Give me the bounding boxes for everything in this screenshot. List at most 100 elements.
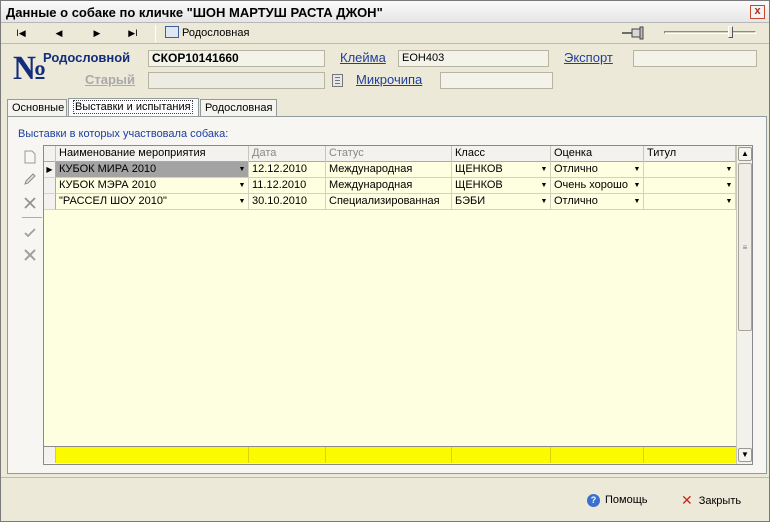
microchip-link[interactable]: Микрочипа — [356, 72, 422, 87]
summary-cell — [452, 447, 551, 463]
opacity-slider-track[interactable] — [664, 31, 756, 34]
summary-cell — [249, 447, 326, 463]
export-link[interactable]: Экспорт — [564, 50, 613, 65]
dropdown-arrow-icon[interactable]: ▼ — [539, 196, 549, 207]
scroll-up-icon[interactable]: ▲ — [738, 147, 752, 161]
summary-indicator — [44, 447, 56, 463]
confirm-icon[interactable] — [20, 223, 40, 243]
help-button-label: Помощь — [605, 494, 648, 506]
cell-status[interactable]: Международная — [326, 162, 452, 178]
close-icon[interactable]: x — [750, 5, 765, 19]
help-icon: ? — [587, 494, 600, 507]
cell-grade[interactable]: Очень хорошо — [551, 178, 644, 194]
cell-status[interactable]: Международная — [326, 178, 452, 194]
dropdown-arrow-icon[interactable]: ▼ — [632, 196, 642, 207]
cell-grade[interactable]: Отлично — [551, 194, 644, 210]
microchip-field[interactable] — [440, 72, 553, 89]
title-bar: Данные о собаке по кличке "ШОН МАРТУШ РА… — [1, 1, 769, 23]
col-header-title[interactable]: Титул — [644, 146, 736, 162]
col-header-event[interactable]: Наименование мероприятия — [56, 146, 249, 162]
dropdown-arrow-icon[interactable]: ▼ — [724, 180, 734, 191]
close-button-label: Закрыть — [698, 495, 742, 507]
cell-title[interactable] — [644, 194, 736, 210]
old-number-label: Старый — [85, 72, 136, 87]
first-record-icon[interactable]: I◀ — [9, 25, 33, 42]
toolbar-separator — [155, 25, 156, 42]
tab-main[interactable]: Основные — [7, 99, 67, 117]
cell-class[interactable]: ЩЕНКОВ — [452, 178, 551, 194]
cell-class[interactable]: БЭБИ — [452, 194, 551, 210]
cell-title[interactable] — [644, 162, 736, 178]
scroll-thumb[interactable]: ≡ — [738, 163, 752, 331]
table-row[interactable]: ▶ КУБОК МИРА 2010 ▼ 12.12.2010 Междунаро… — [44, 162, 736, 178]
pedigree-number-label: Родословной — [43, 50, 131, 65]
shows-caption: Выставки в которых участвовала собака: — [18, 128, 229, 140]
dropdown-arrow-icon[interactable]: ▼ — [724, 196, 734, 207]
summary-cell — [551, 447, 644, 463]
grid-summary-row — [44, 446, 736, 463]
export-field[interactable] — [633, 50, 757, 67]
opacity-slider-thumb[interactable] — [728, 26, 733, 38]
pedigree-icon — [165, 26, 179, 38]
grid-header: Наименование мероприятия Дата Статус Кла… — [44, 146, 736, 162]
window-title: Данные о собаке по кличке "ШОН МАРТУШ РА… — [6, 5, 383, 20]
next-record-icon[interactable]: ▶ — [85, 25, 109, 42]
col-header-status[interactable]: Статус — [326, 146, 452, 162]
edit-record-icon[interactable] — [20, 169, 40, 189]
tab-pedigree[interactable]: Родословная — [200, 99, 277, 117]
cell-date[interactable]: 30.10.2010 — [249, 194, 326, 210]
tab-pedigree-label: Родословная — [205, 102, 273, 114]
dog-data-window: Данные о собаке по кличке "ШОН МАРТУШ РА… — [0, 0, 770, 522]
dropdown-arrow-icon[interactable]: ▼ — [632, 164, 642, 175]
row-indicator — [44, 194, 56, 210]
dropdown-arrow-icon[interactable]: ▼ — [632, 180, 642, 191]
pedigree-button[interactable]: Родословная — [165, 25, 249, 42]
cell-date[interactable]: 12.12.2010 — [249, 162, 326, 178]
dropdown-arrow-icon[interactable]: ▼ — [237, 164, 247, 175]
shows-tab-page: Выставки в которых участвовала собака: Н… — [7, 116, 767, 474]
col-header-grade[interactable]: Оценка — [551, 146, 644, 162]
tab-shows[interactable]: Выставки и испытания — [68, 98, 199, 117]
brand-field[interactable]: ЕОН403 — [398, 50, 549, 67]
cell-event[interactable]: "РАССЕЛ ШОУ 2010" — [56, 194, 249, 210]
pedigree-button-label: Родословная — [182, 27, 250, 39]
cell-date[interactable]: 11.12.2010 — [249, 178, 326, 194]
row-indicator — [44, 178, 56, 194]
dropdown-arrow-icon[interactable]: ▼ — [539, 180, 549, 191]
col-header-date[interactable]: Дата — [249, 146, 326, 162]
cell-event[interactable]: КУБОК МИРА 2010 — [56, 162, 249, 178]
brand-link[interactable]: Клейма — [340, 50, 386, 65]
prev-record-icon[interactable]: ◀ — [47, 25, 71, 42]
grid-vertical-scrollbar[interactable]: ▲ ≡ ▼ — [736, 146, 752, 464]
dropdown-arrow-icon[interactable]: ▼ — [724, 164, 734, 175]
last-record-icon[interactable]: ▶I — [121, 25, 145, 42]
cancel-edit-icon[interactable] — [20, 245, 40, 265]
header-indicator — [44, 146, 56, 162]
cell-event[interactable]: КУБОК МЭРА 2010 — [56, 178, 249, 194]
current-row-indicator-icon: ▶ — [44, 162, 56, 178]
tab-strip: Основные Выставки и испытания Родословна… — [7, 98, 767, 117]
info-panel: № Родословной СКОР10141660 Старый Клейма… — [5, 46, 767, 96]
dropdown-arrow-icon[interactable]: ▼ — [237, 180, 247, 191]
col-header-class[interactable]: Класс — [452, 146, 551, 162]
cell-status[interactable]: Специализированная — [326, 194, 452, 210]
summary-cell — [326, 447, 452, 463]
delete-record-icon[interactable] — [20, 193, 40, 213]
scroll-down-icon[interactable]: ▼ — [738, 448, 752, 462]
new-record-icon[interactable] — [20, 147, 40, 167]
cell-grade[interactable]: Отлично — [551, 162, 644, 178]
dropdown-arrow-icon[interactable]: ▼ — [539, 164, 549, 175]
cell-title[interactable] — [644, 178, 736, 194]
dropdown-arrow-icon[interactable]: ▼ — [237, 196, 247, 207]
close-button[interactable]: ✕ Закрыть — [681, 491, 741, 509]
old-number-field[interactable] — [148, 72, 325, 89]
side-toolbar-separator — [22, 217, 42, 218]
pedigree-number-field[interactable]: СКОР10141660 — [148, 50, 325, 67]
cell-class[interactable]: ЩЕНКОВ — [452, 162, 551, 178]
pin-icon[interactable] — [621, 26, 645, 40]
tab-shows-label: Выставки и испытания — [73, 100, 193, 114]
table-row[interactable]: КУБОК МЭРА 2010 ▼ 11.12.2010 Международн… — [44, 178, 736, 194]
table-row[interactable]: "РАССЕЛ ШОУ 2010" ▼ 30.10.2010 Специализ… — [44, 194, 736, 210]
help-button[interactable]: ? Помощь — [587, 491, 648, 509]
close-x-icon: ✕ — [681, 492, 693, 508]
